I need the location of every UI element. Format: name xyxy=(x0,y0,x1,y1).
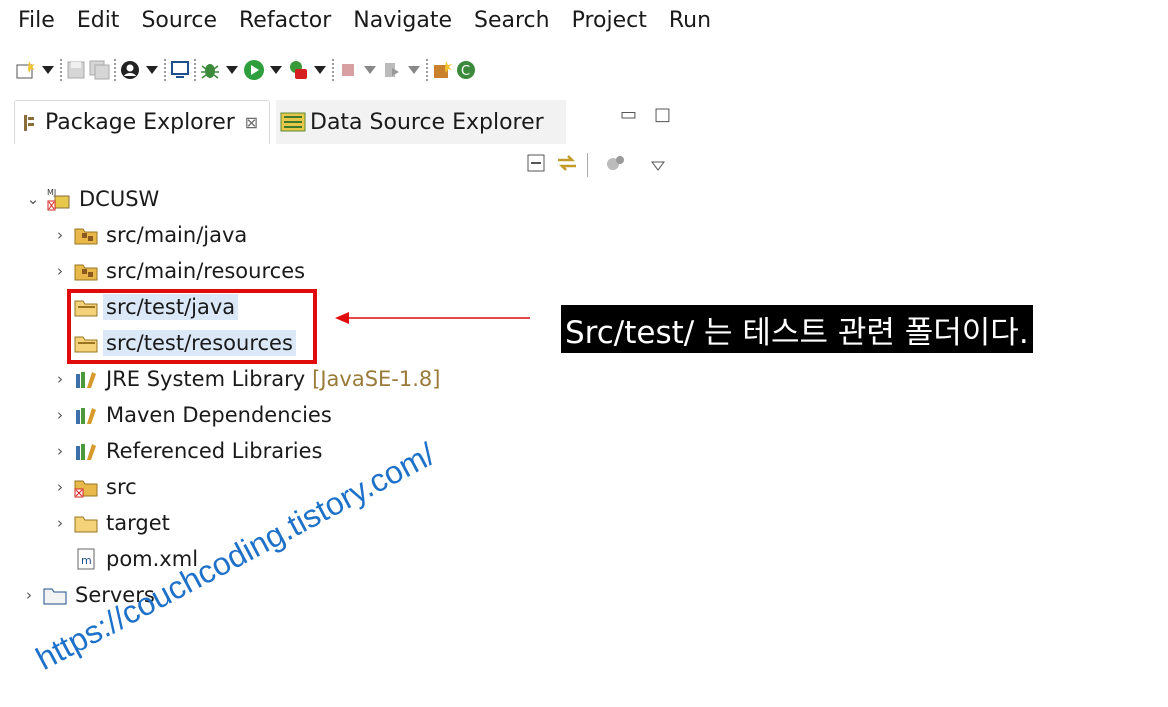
chevron-right-icon[interactable]: › xyxy=(18,586,40,604)
collapse-all-icon[interactable] xyxy=(525,152,547,178)
folder-icon xyxy=(71,510,101,536)
chevron-down-icon[interactable] xyxy=(142,55,162,85)
menu-navigate[interactable]: Navigate xyxy=(342,8,463,33)
svg-text:C: C xyxy=(461,64,470,79)
data-source-icon xyxy=(280,111,306,133)
tree-item-label: src/main/java xyxy=(106,223,248,247)
external-tools-icon[interactable] xyxy=(286,55,310,85)
refresh-icon[interactable]: C xyxy=(454,55,478,85)
package-folder-icon xyxy=(71,222,101,248)
chevron-right-icon[interactable]: › xyxy=(49,226,71,244)
tree-row[interactable]: › src xyxy=(49,470,140,504)
tree-item-label: src xyxy=(106,475,137,499)
link-with-editor-icon[interactable] xyxy=(555,152,579,178)
chevron-down-icon[interactable] xyxy=(38,55,58,85)
svg-text:m: m xyxy=(81,554,92,567)
maximize-icon[interactable]: □ xyxy=(654,104,671,125)
chevron-right-icon[interactable]: › xyxy=(49,262,71,280)
open-type-icon[interactable] xyxy=(430,55,454,85)
chevron-down-icon[interactable] xyxy=(360,55,380,85)
project-label: DCUSW xyxy=(79,187,160,211)
menu-file[interactable]: File xyxy=(0,8,66,33)
menu-search[interactable]: Search xyxy=(463,8,561,33)
chevron-down-icon[interactable] xyxy=(404,55,424,85)
chevron-down-icon[interactable]: ⌄ xyxy=(22,190,44,208)
chevron-down-icon[interactable] xyxy=(266,55,286,85)
library-icon xyxy=(71,366,101,392)
chevron-right-icon[interactable]: › xyxy=(49,442,71,460)
tree-row[interactable]: › Maven Dependencies xyxy=(49,398,335,432)
package-explorer-icon xyxy=(23,114,39,132)
tab-data-source-explorer[interactable]: Data Source Explorer xyxy=(276,100,566,144)
debug-icon[interactable] xyxy=(198,55,222,85)
view-menu-icon[interactable] xyxy=(651,156,665,175)
view-tabbar: Package Explorer ⊠ Data Source Explorer … xyxy=(14,100,690,144)
tree-row[interactable]: › src/main/java xyxy=(49,218,250,252)
package-folder-icon xyxy=(71,258,101,284)
error-folder-icon xyxy=(71,474,101,500)
save-icon[interactable] xyxy=(64,55,88,85)
view-toolbar xyxy=(525,148,665,182)
maven-project-icon: MJ xyxy=(44,186,74,212)
next-annotation-icon[interactable] xyxy=(380,55,404,85)
jre-version-label: [JavaSE-1.8] xyxy=(312,367,441,391)
menu-edit[interactable]: Edit xyxy=(66,8,131,33)
menu-bar: File Edit Source Refactor Navigate Searc… xyxy=(0,0,711,40)
menu-run[interactable]: Run xyxy=(658,8,722,33)
terminal-icon[interactable] xyxy=(168,55,192,85)
tree-item-label: target xyxy=(106,511,170,535)
tab-label: Data Source Explorer xyxy=(310,109,544,135)
save-all-icon[interactable] xyxy=(88,55,112,85)
chevron-right-icon[interactable]: › xyxy=(49,514,71,532)
chevron-down-icon[interactable] xyxy=(222,55,242,85)
stop-icon[interactable] xyxy=(336,55,360,85)
library-icon xyxy=(71,402,101,428)
folder-icon xyxy=(40,582,70,608)
tree-row[interactable]: › JRE System Library [JavaSE-1.8] xyxy=(49,362,440,396)
chevron-right-icon[interactable]: › xyxy=(49,370,71,388)
chevron-right-icon[interactable]: › xyxy=(49,406,71,424)
menu-project[interactable]: Project xyxy=(561,8,658,33)
run-icon[interactable] xyxy=(242,55,266,85)
main-toolbar: C xyxy=(14,50,690,90)
chevron-right-icon[interactable]: › xyxy=(49,478,71,496)
highlight-box xyxy=(67,289,317,364)
tree-row[interactable]: › Referenced Libraries xyxy=(49,434,325,468)
tab-package-explorer[interactable]: Package Explorer ⊠ xyxy=(14,100,270,144)
toolbar-separator xyxy=(587,153,589,177)
close-icon[interactable]: ⊠ xyxy=(245,113,258,132)
maven-file-icon: m xyxy=(71,546,101,572)
library-icon xyxy=(71,438,101,464)
minimize-icon[interactable]: ▭ xyxy=(620,104,637,125)
annotation-label: Src/test/ 는 테스트 관련 폴더이다. xyxy=(561,305,1033,353)
tree-row[interactable]: › target xyxy=(49,506,173,540)
menu-refactor[interactable]: Refactor xyxy=(228,8,342,33)
tree-item-label: JRE System Library xyxy=(106,367,306,391)
tree-item-label: src/main/resources xyxy=(106,259,306,283)
tree-row[interactable]: › src/main/resources xyxy=(49,254,308,288)
tree-row-project[interactable]: ⌄ MJ DCUSW xyxy=(22,182,162,216)
new-icon[interactable] xyxy=(14,55,38,85)
annotation-arrow xyxy=(335,312,530,324)
profile-icon[interactable] xyxy=(118,55,142,85)
tree-item-label: Maven Dependencies xyxy=(106,403,332,427)
tree-item-label: Referenced Libraries xyxy=(106,439,323,463)
chevron-down-icon[interactable] xyxy=(310,55,330,85)
focus-icon[interactable] xyxy=(605,152,627,178)
menu-source[interactable]: Source xyxy=(130,8,228,33)
tab-label: Package Explorer xyxy=(45,110,235,135)
